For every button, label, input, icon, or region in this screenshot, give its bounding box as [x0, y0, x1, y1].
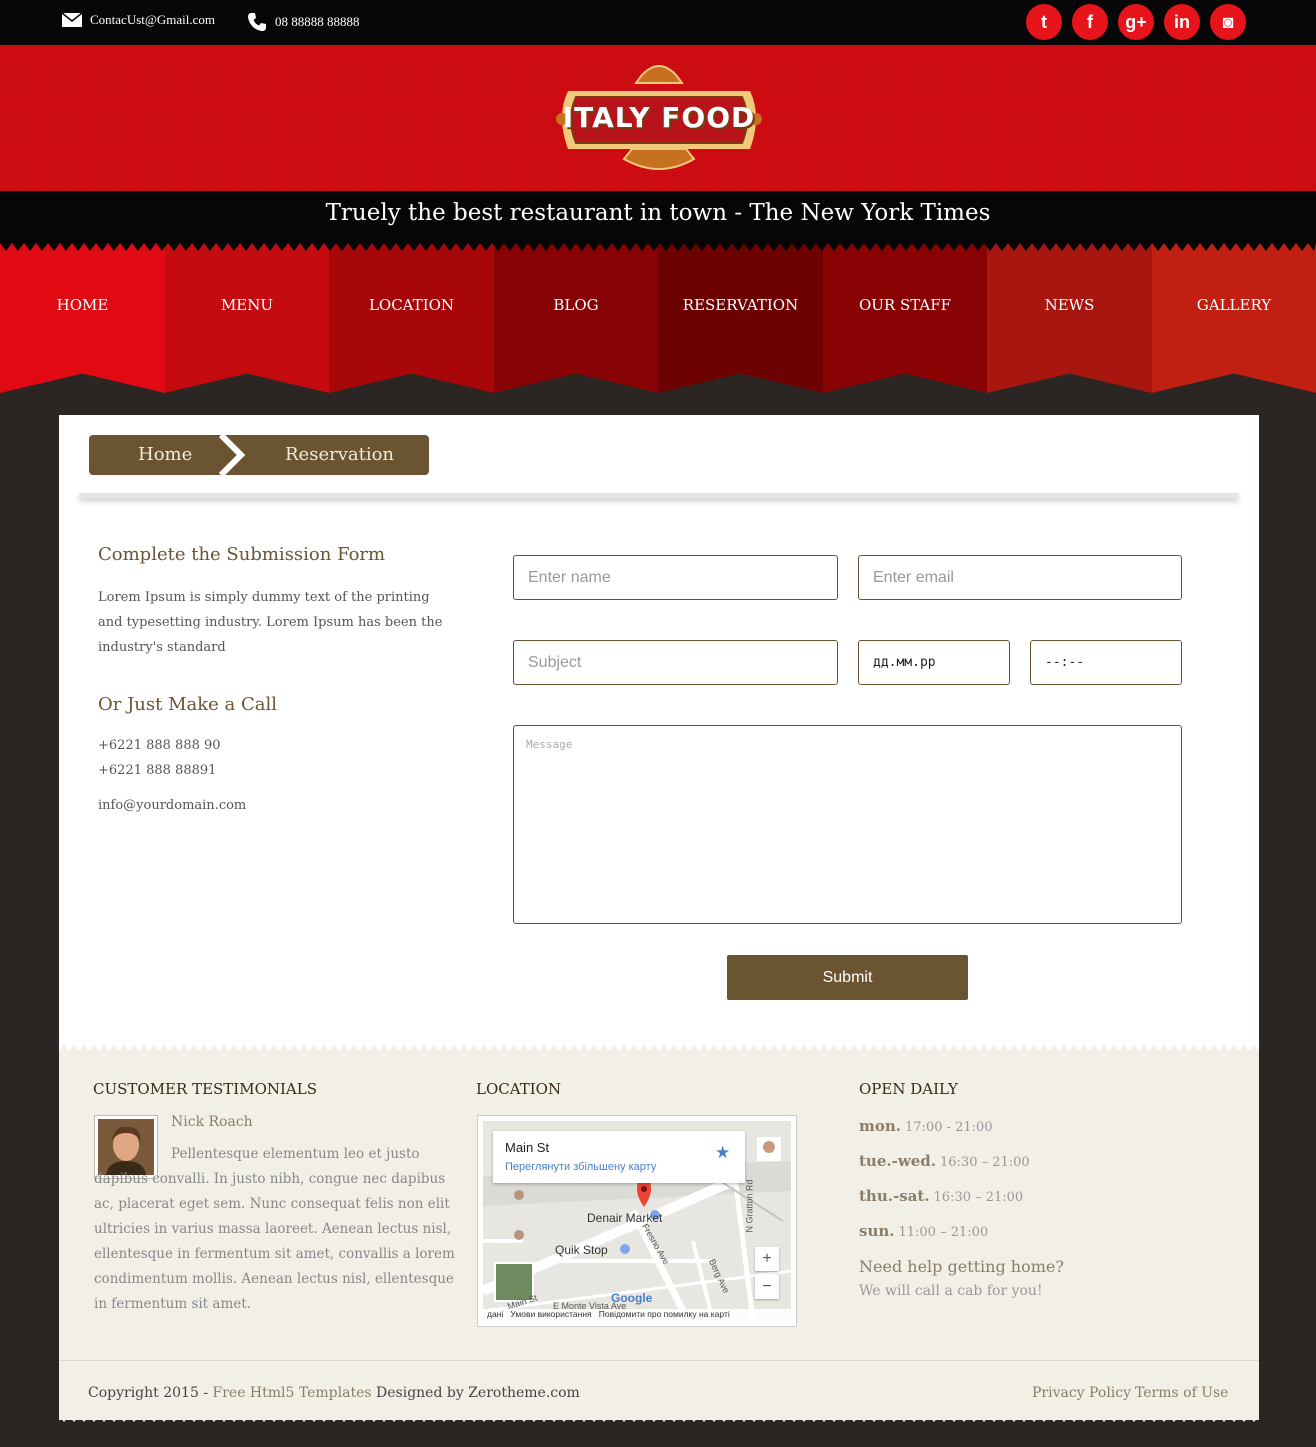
- templates-link[interactable]: Free Html5 Templates: [213, 1385, 372, 1401]
- map-data-link[interactable]: дані: [487, 1309, 503, 1319]
- header-banner: ITALY FOOD: [0, 45, 1316, 191]
- hours-row: mon. 17:00 - 21:00: [859, 1117, 993, 1135]
- google-logo: Google: [611, 1291, 653, 1305]
- location-heading: LOCATION: [476, 1080, 562, 1098]
- contact-email-text: ContacUst@Gmail.com: [90, 12, 215, 27]
- call-email[interactable]: info@yourdomain.com: [98, 798, 246, 813]
- call-phone-1[interactable]: +6221 888 888 90: [98, 738, 221, 753]
- hours-day: tue.-wed.: [859, 1152, 936, 1170]
- form-description: Lorem Ipsum is simply dummy text of the …: [98, 590, 443, 655]
- hours-day: sun.: [859, 1222, 895, 1240]
- hours-row: sun. 11:00 – 21:00: [859, 1222, 988, 1240]
- nav-item-location[interactable]: LOCATION: [329, 243, 494, 393]
- call-phone-2[interactable]: +6221 888 88891: [98, 763, 216, 778]
- map-report-link[interactable]: Повідомити про помилку на карті: [599, 1309, 730, 1319]
- footer-bottom-zigzag: [59, 1416, 1259, 1422]
- testimonial-text: Pellentesque elementum leo et justo dapi…: [94, 1146, 455, 1312]
- message-textarea[interactable]: Message: [513, 725, 1182, 924]
- reservation-panel: Home Reservation Complete the Submission…: [59, 415, 1259, 1050]
- nav-item-our-staff[interactable]: OUR STAFF: [822, 243, 988, 393]
- form-heading: Complete the Submission Form: [98, 544, 386, 565]
- privacy-link[interactable]: Privacy Policy: [1032, 1385, 1131, 1401]
- facebook-icon[interactable]: f: [1072, 4, 1108, 40]
- terms-link[interactable]: Terms of Use: [1135, 1385, 1228, 1401]
- star-icon[interactable]: ★: [715, 1143, 730, 1163]
- instagram-icon[interactable]: ◙: [1210, 4, 1246, 40]
- map-zoom-in-button[interactable]: +: [755, 1247, 779, 1271]
- map-label-denair-market: Denair Market: [587, 1211, 663, 1225]
- nav-zigzag-divider: [0, 243, 1316, 251]
- map-info-card: Main St Переглянути збільшену карту ★: [493, 1131, 745, 1183]
- contact-phone[interactable]: 08 88888 88888: [247, 12, 360, 32]
- header-divider: [79, 493, 1239, 497]
- hours-time: 16:30 – 21:00: [940, 1155, 1030, 1170]
- hours-time: 17:00 - 21:00: [905, 1120, 993, 1135]
- tagline: Truely the best restaurant in town - The…: [325, 200, 991, 226]
- contact-email[interactable]: ContacUst@Gmail.com: [62, 12, 215, 28]
- mail-icon: [62, 13, 82, 27]
- help-heading: Need help getting home?: [859, 1257, 1064, 1276]
- linkedin-icon[interactable]: in: [1164, 4, 1200, 40]
- nav-item-news[interactable]: NEWS: [987, 243, 1152, 393]
- hours-time: 11:00 – 21:00: [898, 1225, 989, 1240]
- map-zoom-out-button[interactable]: −: [755, 1275, 779, 1299]
- google-plus-icon[interactable]: g+: [1118, 4, 1154, 40]
- main-nav: HOME MENU LOCATION BLOG RESERVATION OUR STAFF…: [0, 243, 1316, 393]
- help-text: We will call a cab for you!: [859, 1283, 1043, 1299]
- date-input[interactable]: дд.мм.рр: [858, 640, 1010, 685]
- map-label-quik-stop: Quik Stop: [555, 1243, 608, 1257]
- logo-text: ITALY FOOD: [562, 101, 756, 134]
- call-heading: Or Just Make a Call: [98, 694, 277, 715]
- phone-icon: [248, 13, 266, 31]
- top-bar: ContacUst@Gmail.com 08 88888 88888 t f g+ i…: [0, 0, 1316, 45]
- location-map[interactable]: Main St Переглянути збільшену карту ★ De…: [477, 1115, 797, 1327]
- map-larger-link[interactable]: Переглянути збільшену карту: [505, 1161, 656, 1173]
- social-links: t f g+ in ◙: [1016, 4, 1246, 40]
- copyright-prefix: Copyright 2015 -: [88, 1385, 209, 1401]
- footer-divider: [59, 1360, 1259, 1361]
- hours-day: mon.: [859, 1117, 902, 1135]
- map-terms-link[interactable]: Умови використання: [510, 1309, 591, 1319]
- breadcrumb-home[interactable]: Home: [138, 444, 192, 465]
- nav-item-menu[interactable]: MENU: [164, 243, 330, 393]
- hours-row: tue.-wed. 16:30 – 21:00: [859, 1152, 1030, 1170]
- nav-item-home[interactable]: HOME: [0, 243, 165, 393]
- twitter-icon[interactable]: t: [1026, 4, 1062, 40]
- tagline-bar: Truely the best restaurant in town - The…: [0, 191, 1316, 243]
- name-input[interactable]: Enter name: [513, 555, 838, 600]
- site-logo[interactable]: ITALY FOOD: [554, 61, 764, 173]
- hours-day: thu.-sat.: [859, 1187, 930, 1205]
- breadcrumb-separator-icon: [218, 435, 246, 475]
- nav-item-reservation[interactable]: RESERVATION: [658, 243, 823, 393]
- hours-time: 16:30 – 21:00: [933, 1190, 1024, 1205]
- testimonials-heading: CUSTOMER TESTIMONIALS: [93, 1080, 318, 1098]
- map-place-title: Main St: [505, 1140, 550, 1155]
- submit-button[interactable]: Submit: [727, 955, 968, 1000]
- hours-row: thu.-sat. 16:30 – 21:00: [859, 1187, 1023, 1205]
- nav-item-gallery[interactable]: GALLERY: [1151, 243, 1316, 393]
- subject-input[interactable]: Subject: [513, 640, 838, 685]
- breadcrumb-current: Reservation: [285, 444, 395, 465]
- copyright-suffix: Designed by Zerotheme.com: [376, 1385, 580, 1401]
- map-canvas[interactable]: Main St Переглянути збільшену карту ★ De…: [483, 1121, 791, 1321]
- email-input[interactable]: Enter email: [858, 555, 1182, 600]
- nav-item-blog[interactable]: BLOG: [493, 243, 659, 393]
- copyright: Copyright 2015 - Free Html5 Templates De…: [88, 1385, 580, 1401]
- map-label-gratton-rd: N Gratton Rd: [744, 1179, 755, 1233]
- footer-top-zigzag: [59, 1044, 1259, 1052]
- footer: CUSTOMER TESTIMONIALS Nick Roach Pellent…: [59, 1044, 1259, 1422]
- time-input[interactable]: --:--: [1030, 640, 1182, 685]
- testimonial-author: Nick Roach: [171, 1114, 253, 1130]
- contact-phone-text: 08 88888 88888: [275, 14, 360, 29]
- breadcrumb: Home Reservation: [89, 435, 429, 475]
- open-daily-heading: OPEN DAILY: [859, 1080, 958, 1098]
- map-attribution: дані Умови використання Повідомити про п…: [483, 1309, 791, 1321]
